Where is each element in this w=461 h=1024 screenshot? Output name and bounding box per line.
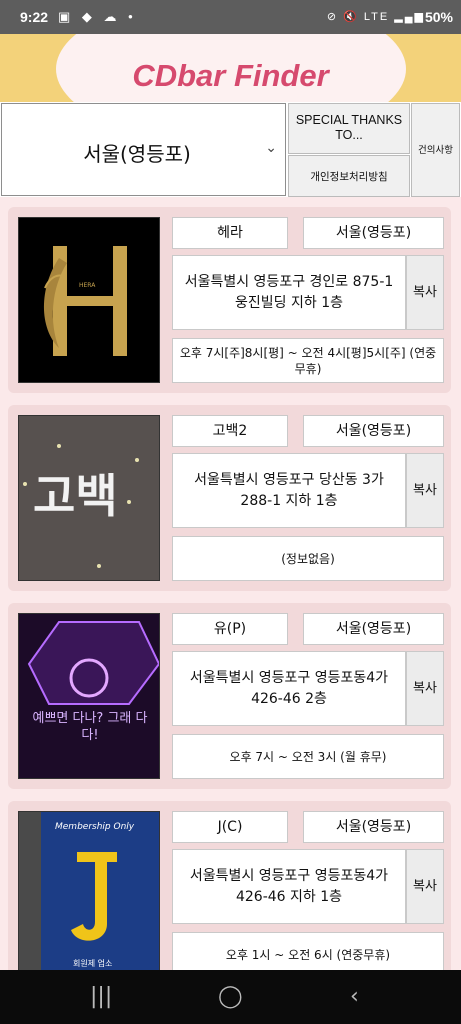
back-icon[interactable]: ‹ xyxy=(350,984,359,1009)
listing-name: 고백2 xyxy=(172,415,288,447)
region-select-value: 서울(영등포) xyxy=(83,142,191,166)
region-select[interactable]: 서울(영등포) ⌄ xyxy=(1,103,286,196)
listing-address-text: 서울특별시 영등포구 영등포동4가 426-46 2층 xyxy=(189,669,389,707)
j-sign-icon xyxy=(19,812,159,976)
listing-region: 서울(영등포) xyxy=(303,415,444,447)
listing-address: 서울특별시 영등포구 경인로 875-1 웅진빌딩 지하 1층 xyxy=(172,255,406,330)
listing-region: 서울(영등포) xyxy=(303,217,444,249)
app-title: CDbar Finder xyxy=(132,58,329,93)
privacy-policy-button[interactable]: 개인정보처리방침 xyxy=(288,155,410,197)
thumb-label: HERA xyxy=(79,282,96,289)
listing-hours: 오후 7시 ~ 오전 3시 (월 휴무) xyxy=(172,734,444,779)
listing-address-text: 서울특별시 영등포구 당산동 3가 288-1 지하 1층 xyxy=(194,471,384,509)
listing-address-text: 서울특별시 영등포구 영등포동4가 426-46 지하 1층 xyxy=(189,867,389,905)
controls-bar: 서울(영등포) ⌄ SPECIAL THANKS TO... 개인정보처리방침 … xyxy=(0,102,461,197)
thumb-label: Membership Only xyxy=(55,822,135,832)
battery-level: 50% xyxy=(424,9,453,25)
listing-card: HERA 헤라 서울(영등포) 서울특별시 영등포구 경인로 875-1 웅진빌… xyxy=(8,207,451,393)
thumb-sublabel: 회원제 업소 xyxy=(73,959,113,968)
listing-hours: 오후 7시[주]8시[평] ~ 오전 4시[평]5시[주] (연중무휴) xyxy=(172,338,444,383)
thumb-label: 고백 xyxy=(33,469,118,523)
listing-hours: (정보없음) xyxy=(172,536,444,581)
listing-name: 유(P) xyxy=(172,613,288,645)
home-icon[interactable]: ◯ xyxy=(218,984,243,1009)
notification-icons: ▣ ◆ ☁ • xyxy=(58,9,137,24)
listing-thumbnail: 고백 xyxy=(18,415,160,581)
listing-thumbnail: Membership Only 회원제 업소 xyxy=(18,811,160,977)
listing-hours-text: 오후 7시 ~ 오전 3시 (월 휴무) xyxy=(229,749,387,764)
listing-card: 고백 고백2 서울(영등포) 서울특별시 영등포구 당산동 3가 288-1 지… xyxy=(8,405,451,591)
copy-address-button[interactable]: 복사 xyxy=(406,453,444,528)
listing-address-text: 서울특별시 영등포구 경인로 875-1 웅진빌딩 지하 1층 xyxy=(184,273,394,311)
status-time: 9:22 xyxy=(20,9,49,25)
listing-address: 서울특별시 영등포구 영등포동4가 426-46 2층 xyxy=(172,651,406,726)
chevron-down-icon: ⌄ xyxy=(265,140,277,156)
recent-apps-icon[interactable]: ||| xyxy=(90,984,112,1009)
suggestion-button[interactable]: 건의사항 xyxy=(411,103,460,197)
status-bar: 9:22 ▣ ◆ ☁ • ⊘ 🔇 LTE ▂▄▆ 50% xyxy=(0,0,461,34)
listing-region: 서울(영등포) xyxy=(303,613,444,645)
listing-thumbnail: HERA xyxy=(18,217,160,383)
listing-address: 서울특별시 영등포구 당산동 3가 288-1 지하 1층 xyxy=(172,453,406,528)
special-thanks-button[interactable]: SPECIAL THANKS TO... xyxy=(288,103,410,154)
copy-address-button[interactable]: 복사 xyxy=(406,849,444,924)
copy-address-button[interactable]: 복사 xyxy=(406,651,444,726)
system-nav-bar: ||| ◯ ‹ xyxy=(0,970,461,1024)
network-label: LTE xyxy=(363,11,390,23)
listing-name: J(C) xyxy=(172,811,288,843)
copy-address-button[interactable]: 복사 xyxy=(406,255,444,330)
thumb-label: 예쁘면 다나? 그래 다다! xyxy=(32,711,148,743)
app-header: CDbar Finder xyxy=(0,34,461,102)
listing-region: 서울(영등포) xyxy=(303,811,444,843)
listing-card: Membership Only 회원제 업소 J(C) 서울(영등포) 서울특별… xyxy=(8,801,451,987)
hera-logo-icon xyxy=(19,218,159,382)
listing-hours-text: 오후 1시 ~ 오전 6시 (연중무휴) xyxy=(225,947,391,962)
listing-hours-text: (정보없음) xyxy=(281,551,335,566)
neon-sign-icon xyxy=(19,614,159,778)
listing-thumbnail: 예쁘면 다나? 그래 다다! xyxy=(18,613,160,779)
listing-name: 헤라 xyxy=(172,217,288,249)
listing-address: 서울특별시 영등포구 영등포동4가 426-46 지하 1층 xyxy=(172,849,406,924)
listing-card: 예쁘면 다나? 그래 다다! 유(P) 서울(영등포) 서울특별시 영등포구 영… xyxy=(8,603,451,789)
signal-icons: ⊘ 🔇 LTE ▂▄▆ xyxy=(326,11,425,23)
listing-hours-text: 오후 7시[주]8시[평] ~ 오전 4시[평]5시[주] (연중무휴) xyxy=(179,345,437,376)
